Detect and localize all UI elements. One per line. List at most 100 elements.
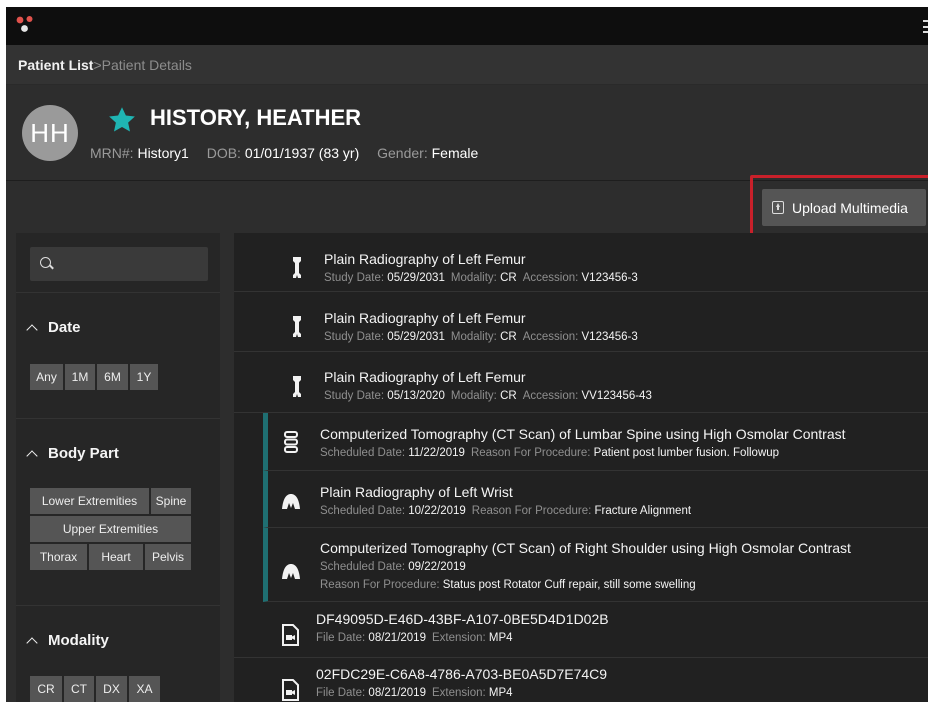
item-label: Modality: bbox=[450, 272, 501, 284]
video-file-icon bbox=[282, 624, 299, 646]
item-label: Scheduled Date: bbox=[320, 561, 409, 573]
list-item[interactable]: DF49095D-E46D-43BF-A107-0BE5D4D1D02B Fil… bbox=[234, 602, 928, 658]
item-label: Accession: bbox=[522, 272, 582, 284]
item-details: Scheduled Date: 10/22/2019 Reason For Pro… bbox=[320, 505, 697, 517]
date-chip-1m[interactable]: 1M bbox=[65, 364, 97, 390]
dob-label: DOB: bbox=[206, 145, 245, 161]
item-value: V123456-3 bbox=[581, 331, 638, 343]
item-title: Plain Radiography of Left Femur bbox=[324, 310, 526, 326]
date-filter-toggle[interactable]: Date bbox=[26, 319, 81, 336]
breadcrumb: Patient List > Patient Details bbox=[6, 45, 928, 85]
item-label: Reason For Procedure: bbox=[470, 447, 594, 459]
item-details: File Date: 08/21/2019 Extension: MP4 bbox=[316, 632, 519, 644]
body-part-chip-spine[interactable]: Spine bbox=[151, 488, 193, 514]
body-part-filter-section: Body Part Lower Extremities Spine Upper … bbox=[16, 418, 220, 605]
search-icon bbox=[40, 257, 51, 268]
mrn-value: History1 bbox=[137, 145, 189, 161]
item-value: 10/22/2019 bbox=[408, 505, 466, 517]
item-label: Accession: bbox=[522, 390, 582, 402]
item-title: Computerized Tomography (CT Scan) of Lum… bbox=[320, 426, 846, 442]
spine-icon bbox=[284, 431, 298, 453]
date-chip-any[interactable]: Any bbox=[30, 364, 65, 390]
item-label: File Date: bbox=[316, 632, 369, 644]
main-content: Upload Multimedia Date Any 1M 6M 1Y Body… bbox=[6, 175, 928, 702]
list-item[interactable]: Plain Radiography of Left Femur Study Da… bbox=[234, 352, 928, 413]
date-filter-section: Date Any 1M 6M 1Y bbox=[16, 292, 220, 418]
item-value: VV123456-43 bbox=[581, 390, 652, 402]
body-part-chip-upper-extremities[interactable]: Upper Extremities bbox=[30, 516, 193, 542]
top-bar bbox=[6, 7, 928, 45]
list-item[interactable]: Plain Radiography of Left Femur Study Da… bbox=[234, 233, 928, 292]
hamburger-menu-icon[interactable] bbox=[923, 20, 928, 33]
femur-icon bbox=[293, 316, 301, 337]
search-input[interactable] bbox=[30, 247, 208, 281]
upload-file-icon bbox=[772, 201, 784, 214]
item-value: 08/21/2019 bbox=[368, 632, 426, 644]
item-value: 11/22/2019 bbox=[408, 447, 465, 459]
breadcrumb-current: Patient Details bbox=[101, 56, 192, 73]
femur-icon bbox=[293, 376, 301, 397]
list-item[interactable]: 02FDC29E-C6A8-4786-A703-BE0A5D7E74C9 Fil… bbox=[234, 658, 928, 702]
item-title: Computerized Tomography (CT Scan) of Rig… bbox=[320, 540, 851, 556]
list-item[interactable]: Computerized Tomography (CT Scan) of Lum… bbox=[263, 413, 928, 471]
chevron-up-icon bbox=[26, 450, 38, 462]
item-label: Scheduled Date: bbox=[320, 447, 409, 459]
modality-filter-title: Modality bbox=[48, 632, 109, 649]
patient-header: HH HISTORY, HEATHER MRN#: History1 DOB: … bbox=[6, 85, 928, 181]
breadcrumb-patient-list-link[interactable]: Patient List bbox=[18, 57, 93, 73]
modality-filter-toggle[interactable]: Modality bbox=[26, 632, 109, 649]
item-value: MP4 bbox=[488, 687, 513, 699]
favorite-star-icon[interactable] bbox=[106, 105, 138, 135]
item-details: Study Date: 05/29/2031 Modality: CR Access… bbox=[324, 331, 644, 343]
item-label: Reason For Procedure: bbox=[320, 579, 443, 591]
item-details: Study Date: 05/13/2020 Modality: CR Access… bbox=[324, 390, 658, 402]
body-part-chip-thorax[interactable]: Thorax bbox=[30, 544, 89, 570]
dob-value: 01/01/1937 (83 yr) bbox=[244, 145, 360, 161]
modality-chip-dx[interactable]: DX bbox=[96, 676, 129, 702]
item-label: Modality: bbox=[450, 390, 501, 402]
item-label: Reason For Procedure: bbox=[471, 505, 595, 517]
modality-chip-cr[interactable]: CR bbox=[30, 676, 64, 702]
date-chip-6m[interactable]: 6M bbox=[97, 364, 130, 390]
wrist-icon bbox=[282, 494, 300, 509]
patient-meta: MRN#: History1 DOB: 01/01/1937 (83 yr) G… bbox=[90, 145, 492, 161]
item-title: DF49095D-E46D-43BF-A107-0BE5D4D1D02B bbox=[316, 611, 609, 627]
date-filter-title: Date bbox=[48, 319, 81, 336]
item-value: Status post Rotator Cuff repair, still s… bbox=[442, 579, 696, 591]
item-value: 09/22/2019 bbox=[408, 561, 466, 573]
item-value: CR bbox=[500, 331, 517, 343]
item-label: Scheduled Date: bbox=[320, 505, 409, 517]
breadcrumb-separator: > bbox=[93, 56, 102, 73]
item-value: CR bbox=[500, 272, 517, 284]
list-item[interactable]: Plain Radiography of Left Femur Study Da… bbox=[234, 292, 928, 352]
modality-chip-ct[interactable]: CT bbox=[64, 676, 96, 702]
filter-sidebar: Date Any 1M 6M 1Y Body Part Lower Extrem… bbox=[16, 233, 220, 702]
item-title: Plain Radiography of Left Femur bbox=[324, 251, 526, 267]
item-value: V123456-3 bbox=[581, 272, 638, 284]
body-part-filter-toggle[interactable]: Body Part bbox=[26, 445, 119, 462]
item-details: Study Date: 05/29/2031 Modality: CR Access… bbox=[324, 272, 644, 284]
upload-multimedia-button[interactable]: Upload Multimedia bbox=[762, 189, 926, 226]
app-logo-icon[interactable] bbox=[16, 15, 34, 33]
femur-icon bbox=[293, 257, 301, 278]
study-list: Plain Radiography of Left Femur Study Da… bbox=[234, 233, 928, 702]
body-part-chips: Lower Extremities Spine Upper Extremitie… bbox=[30, 488, 193, 572]
item-label: Extension: bbox=[431, 632, 489, 644]
date-chips: Any 1M 6M 1Y bbox=[30, 364, 160, 392]
upload-multimedia-label: Upload Multimedia bbox=[792, 199, 908, 216]
date-chip-1y[interactable]: 1Y bbox=[130, 364, 160, 390]
item-details: Scheduled Date: 11/22/2019 Reason For Pro… bbox=[320, 447, 785, 459]
modality-chip-xa[interactable]: XA bbox=[129, 676, 162, 702]
item-value: CR bbox=[500, 390, 517, 402]
gender-value: Female bbox=[431, 145, 479, 161]
item-title: Plain Radiography of Left Femur bbox=[324, 369, 526, 385]
item-value: 08/21/2019 bbox=[368, 687, 426, 699]
body-part-chip-pelvis[interactable]: Pelvis bbox=[145, 544, 193, 570]
item-label: Study Date: bbox=[324, 331, 388, 343]
item-details: File Date: 08/21/2019 Extension: MP4 bbox=[316, 687, 519, 699]
list-item[interactable]: Plain Radiography of Left Wrist Schedule… bbox=[263, 471, 928, 528]
item-label: Modality: bbox=[450, 331, 501, 343]
body-part-chip-heart[interactable]: Heart bbox=[89, 544, 145, 570]
list-item[interactable]: Computerized Tomography (CT Scan) of Rig… bbox=[263, 528, 928, 602]
body-part-chip-lower-extremities[interactable]: Lower Extremities bbox=[30, 488, 151, 514]
